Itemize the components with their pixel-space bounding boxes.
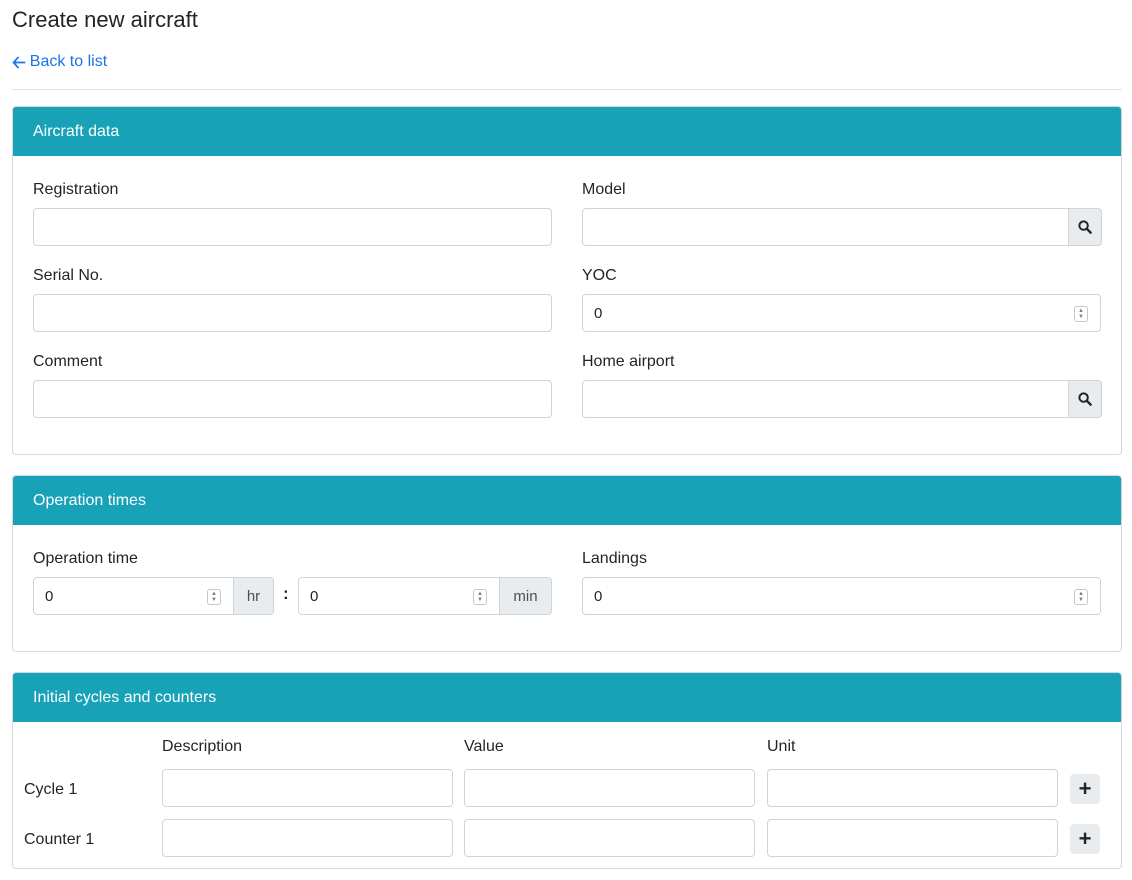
yoc-input[interactable]: 0 ▲ ▼ (582, 294, 1101, 332)
plus-icon: + (1078, 826, 1092, 851)
time-separator: : (283, 584, 289, 603)
cycle-description-input[interactable] (162, 769, 453, 807)
serial-no-label: Serial No. (33, 267, 104, 284)
add-cycle-button[interactable]: + (1070, 774, 1100, 804)
arrow-left-icon: 🡠 (12, 52, 26, 72)
counter-description-input[interactable] (162, 819, 453, 857)
landings-value: 0 (594, 587, 603, 605)
landings-label: Landings (582, 550, 647, 567)
aircraft-data-card: Aircraft data Registration Model Serial … (12, 106, 1122, 455)
operation-minutes-input[interactable]: 0 ▲ ▼ (298, 577, 500, 615)
operation-hours-value: 0 (45, 587, 54, 605)
registration-input[interactable] (33, 208, 552, 246)
model-input[interactable] (582, 208, 1069, 246)
column-header-description: Description (162, 738, 243, 755)
operation-times-card: Operation times Operation time 0 ▲ ▼ hr :… (12, 475, 1122, 652)
cycle-row-label: Cycle 1 (24, 781, 78, 798)
back-to-list-link[interactable]: 🡠 Back to list (12, 53, 107, 71)
cycles-counters-header: Initial cycles and counters (13, 673, 1121, 722)
spinner-icon[interactable]: ▲ ▼ (207, 589, 221, 605)
counter-value-input[interactable] (464, 819, 755, 857)
divider (12, 89, 1122, 90)
cycle-value-input[interactable] (464, 769, 755, 807)
operation-times-header: Operation times (13, 476, 1121, 525)
model-search-button[interactable] (1069, 208, 1102, 246)
create-aircraft-page: Create new aircraft 🡠 Back to list Aircr… (0, 0, 1132, 880)
minutes-unit: min (500, 577, 552, 615)
model-label: Model (582, 181, 626, 198)
back-to-list-label: Back to list (29, 53, 108, 70)
spinner-icon[interactable]: ▲ ▼ (1074, 306, 1088, 322)
aircraft-data-header: Aircraft data (13, 107, 1121, 156)
yoc-label: YOC (582, 267, 617, 284)
plus-icon: + (1078, 776, 1092, 801)
column-header-value: Value (464, 738, 504, 755)
serial-no-input[interactable] (33, 294, 552, 332)
cycle-unit-input[interactable] (767, 769, 1058, 807)
page-title: Create new aircraft (12, 7, 198, 32)
home-airport-search-button[interactable] (1069, 380, 1102, 418)
spinner-icon[interactable]: ▲ ▼ (473, 589, 487, 605)
home-airport-label: Home airport (582, 353, 675, 370)
yoc-value: 0 (594, 304, 603, 322)
hours-unit: hr (234, 577, 274, 615)
column-header-unit: Unit (767, 738, 796, 755)
cycles-counters-card: Initial cycles and counters Description … (12, 672, 1122, 869)
comment-label: Comment (33, 353, 103, 370)
counter-unit-input[interactable] (767, 819, 1058, 857)
operation-minutes-value: 0 (310, 587, 319, 605)
counter-row-label: Counter 1 (24, 831, 95, 848)
operation-time-label: Operation time (33, 550, 138, 567)
landings-input[interactable]: 0 ▲ ▼ (582, 577, 1101, 615)
search-icon (1078, 220, 1092, 234)
spinner-icon[interactable]: ▲ ▼ (1074, 589, 1088, 605)
comment-input[interactable] (33, 380, 552, 418)
add-counter-button[interactable]: + (1070, 824, 1100, 854)
registration-label: Registration (33, 181, 119, 198)
search-icon (1078, 392, 1092, 406)
home-airport-input[interactable] (582, 380, 1069, 418)
operation-hours-input[interactable]: 0 ▲ ▼ (33, 577, 234, 615)
